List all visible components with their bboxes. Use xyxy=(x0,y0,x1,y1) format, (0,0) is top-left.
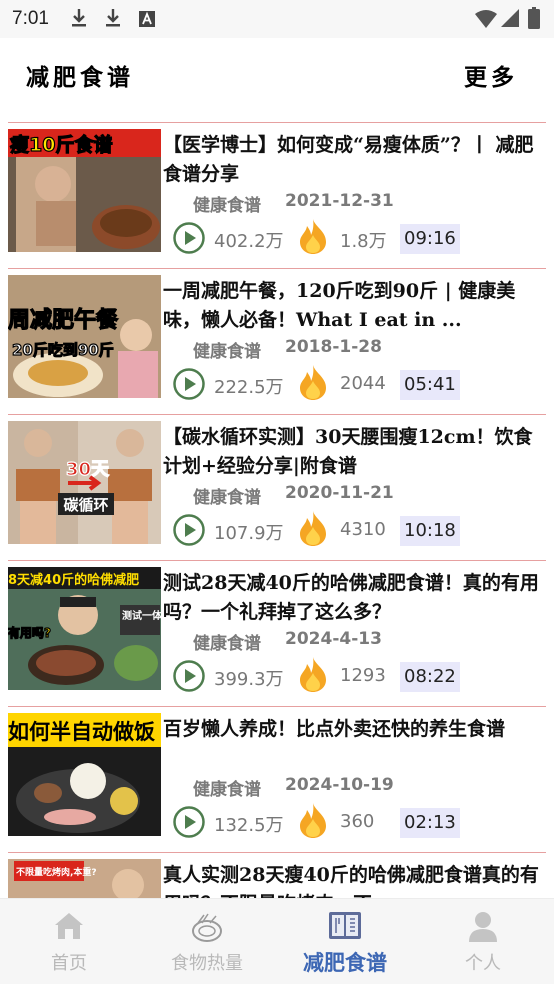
video-list-item[interactable]: 如何半自动做饭 百岁懒人养成！比点外卖还快的养生食谱 健康食谱 2024-10-… xyxy=(8,706,546,852)
svg-text:周减肥午餐: 周减肥午餐 xyxy=(8,307,119,333)
video-duration: 08:22 xyxy=(400,662,460,692)
like-count: 1.8万 xyxy=(340,231,387,252)
fire-icon xyxy=(300,365,326,400)
recipe-menu-icon xyxy=(329,912,361,939)
play-count-icon xyxy=(173,660,205,692)
video-list[interactable]: 瘦10斤食谱 【医学博士】如何变成“易瘦体质”？丨 减肥食谱分享 健康食谱 20… xyxy=(0,122,554,898)
video-source: 健康食谱 xyxy=(193,780,261,800)
signal-icon xyxy=(501,9,519,27)
video-thumbnail[interactable]: 不限量吃烤肉,本重? xyxy=(8,859,161,898)
page-title: 减肥食谱 xyxy=(26,64,134,91)
video-thumbnail[interactable]: 30天 碳循环 xyxy=(8,421,161,544)
play-count: 222.5万 xyxy=(214,377,284,398)
nav-item-home[interactable]: 首页 xyxy=(0,899,138,984)
svg-text:有用吗?: 有用吗? xyxy=(8,625,51,640)
more-button[interactable]: 更多 xyxy=(464,58,518,92)
nav-label: 首页 xyxy=(51,953,87,974)
app-header: 减肥食谱 更多 xyxy=(0,38,554,110)
video-duration: 10:18 xyxy=(400,516,460,546)
svg-text:碳循环: 碳循环 xyxy=(63,496,108,514)
video-title[interactable]: 【医学博士】如何变成“易瘦体质”？丨 减肥食谱分享 xyxy=(163,131,539,189)
status-bar: 7:01 xyxy=(0,0,554,38)
status-time: 7:01 xyxy=(12,8,49,29)
video-list-item[interactable]: 周减肥午餐 20斤吃到90斤 一周减肥午餐，120斤吃到90斤 | 健康美味，懒… xyxy=(8,268,546,414)
fire-icon xyxy=(300,219,326,254)
food-calories-icon xyxy=(192,913,222,942)
video-date: 2024-4-13 xyxy=(285,629,382,649)
video-title[interactable]: 一周减肥午餐，120斤吃到90斤 | 健康美味，懒人必备！What I eat … xyxy=(163,277,539,335)
bottom-nav: 首页 食物热量 减肥食谱 个人 xyxy=(0,898,554,984)
play-count-icon xyxy=(173,222,205,254)
play-count-icon xyxy=(173,514,205,546)
fire-icon xyxy=(300,803,326,838)
play-count: 402.2万 xyxy=(214,231,284,252)
video-title[interactable]: 测试28天减40斤的哈佛减肥食谱！真的有用吗？一个礼拜掉了这么多？ xyxy=(163,569,539,627)
like-count: 1293 xyxy=(340,665,386,686)
video-date: 2018-1-28 xyxy=(285,337,382,357)
nav-label: 个人 xyxy=(465,953,501,974)
video-duration: 05:41 xyxy=(400,370,460,400)
video-date: 2024-10-19 xyxy=(285,775,394,795)
video-thumbnail[interactable]: 周减肥午餐 20斤吃到90斤 xyxy=(8,275,161,398)
fire-icon xyxy=(300,657,326,692)
video-date: 2020-11-21 xyxy=(285,483,394,503)
battery-icon xyxy=(528,7,540,29)
video-title[interactable]: 【碳水循环实测】30天腰围瘦12cm！饮食计划+经验分享|附食谱 xyxy=(163,423,539,481)
svg-text:瘦10斤食谱: 瘦10斤食谱 xyxy=(10,133,112,156)
video-title[interactable]: 真人实测28天瘦40斤的哈佛减肥食谱真的有用吗？不限量吃烤肉，不... xyxy=(163,861,539,898)
video-list-item[interactable]: 瘦10斤食谱 【医学博士】如何变成“易瘦体质”？丨 减肥食谱分享 健康食谱 20… xyxy=(8,122,546,268)
video-date: 2021-12-31 xyxy=(285,191,394,211)
video-duration: 02:13 xyxy=(400,808,460,838)
person-icon xyxy=(469,912,497,942)
nav-label: 减肥食谱 xyxy=(303,951,387,975)
svg-text:8天减40斤的哈佛减肥: 8天减40斤的哈佛减肥 xyxy=(8,572,139,588)
svg-text:如何半自动做饭: 如何半自动做饭 xyxy=(8,720,155,744)
nav-item-recipes[interactable]: 减肥食谱 xyxy=(276,899,414,984)
video-source: 健康食谱 xyxy=(193,342,261,362)
video-source: 健康食谱 xyxy=(193,488,261,508)
svg-text:测试一体重会: 测试一体重会 xyxy=(122,609,161,622)
video-duration: 09:16 xyxy=(400,224,460,254)
home-icon xyxy=(55,913,83,939)
video-thumbnail[interactable]: 瘦10斤食谱 xyxy=(8,129,161,252)
download-icon xyxy=(106,9,120,27)
video-title[interactable]: 百岁懒人养成！比点外卖还快的养生食谱 xyxy=(163,715,539,773)
play-count: 107.9万 xyxy=(214,523,284,544)
nav-item-food-calories[interactable]: 食物热量 xyxy=(138,899,276,984)
video-list-item[interactable]: 30天 碳循环 【碳水循环实测】30天腰围瘦12cm！饮食计划+经验分享|附食谱… xyxy=(8,414,546,560)
like-count: 4310 xyxy=(340,519,386,540)
nav-item-profile[interactable]: 个人 xyxy=(414,899,552,984)
like-count: 360 xyxy=(340,811,375,832)
download-icon xyxy=(72,9,86,27)
play-count: 132.5万 xyxy=(214,815,284,836)
nav-label: 食物热量 xyxy=(171,953,243,974)
play-count-icon xyxy=(173,368,205,400)
play-count: 399.3万 xyxy=(214,669,284,690)
text-notification-icon xyxy=(139,11,155,27)
wifi-icon xyxy=(475,10,497,28)
video-thumbnail[interactable]: 8天减40斤的哈佛减肥 有用吗? 测试一体重会 xyxy=(8,567,161,690)
video-thumbnail[interactable]: 如何半自动做饭 xyxy=(8,713,161,836)
video-list-item[interactable]: 不限量吃烤肉,本重? 真人实测28天瘦40斤的哈佛减肥食谱真的有用吗？不限量吃烤… xyxy=(8,852,546,898)
video-source: 健康食谱 xyxy=(193,634,261,654)
like-count: 2044 xyxy=(340,373,386,394)
svg-text:30天: 30天 xyxy=(66,459,110,480)
video-source: 健康食谱 xyxy=(193,196,261,216)
svg-text:不限量吃烤肉,本重?: 不限量吃烤肉,本重? xyxy=(16,866,97,878)
fire-icon xyxy=(300,511,326,546)
play-count-icon xyxy=(173,806,205,838)
svg-text:20斤吃到90斤: 20斤吃到90斤 xyxy=(12,341,114,359)
video-list-item[interactable]: 8天减40斤的哈佛减肥 有用吗? 测试一体重会 测试28天减40斤的哈佛减肥食谱… xyxy=(8,560,546,706)
